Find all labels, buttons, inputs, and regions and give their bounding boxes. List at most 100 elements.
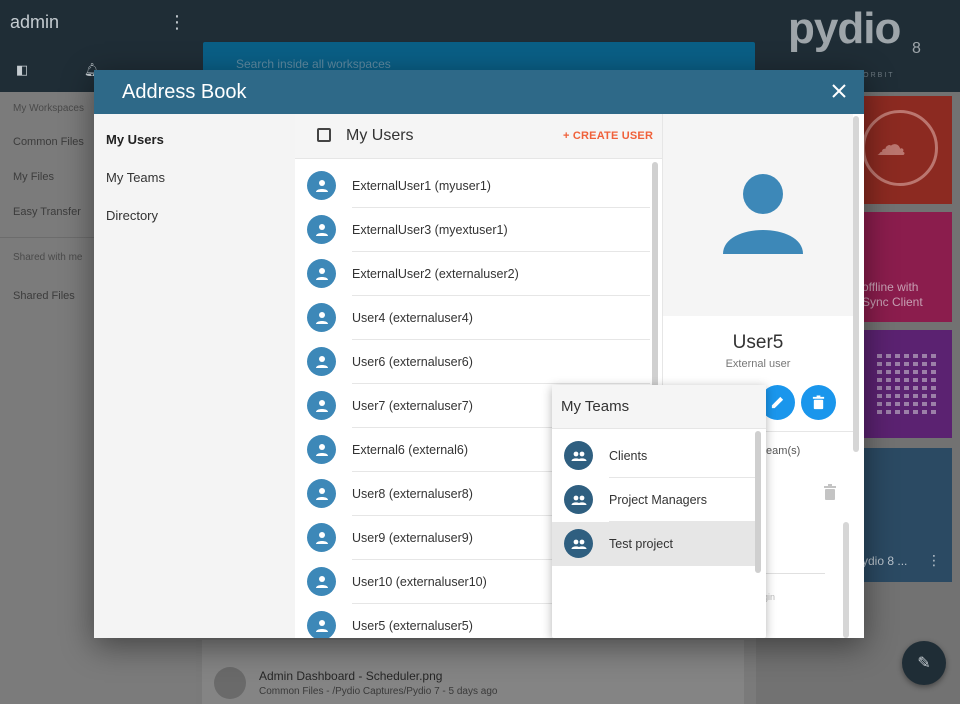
teams-popover-scrollbar[interactable] <box>755 431 761 573</box>
bg-logo-version: 8 <box>912 40 921 57</box>
dialog-title: Address Book <box>122 81 247 103</box>
user-icon <box>315 179 328 192</box>
user-avatar <box>307 479 336 508</box>
team-label: Test project <box>609 537 673 551</box>
user-row[interactable]: ExternalUser3 (myextuser1) <box>295 208 650 252</box>
cloud-upload-icon: ☁ <box>876 129 906 162</box>
detail-avatar-area <box>663 114 853 316</box>
users-list-header: My Users + CREATE USER <box>295 114 662 159</box>
nav-directory[interactable]: Directory <box>106 208 158 223</box>
address-book-dialog: Address Book My Users My Teams Directory… <box>94 70 864 638</box>
team-label: Clients <box>609 449 648 463</box>
user-label: User7 (externaluser7) <box>352 399 473 413</box>
user-label: External6 (external6) <box>352 443 469 457</box>
user-icon <box>315 575 328 588</box>
team-row-project-managers[interactable]: Project Managers <box>552 478 755 522</box>
remove-team-icon[interactable] <box>823 484 837 500</box>
team-row-clients[interactable]: Clients <box>552 434 755 478</box>
user-avatar <box>307 611 336 638</box>
user-avatar <box>307 435 336 464</box>
select-all-checkbox[interactable] <box>317 128 331 142</box>
user-icon <box>315 619 328 632</box>
bg-nav-shared-files[interactable]: Shared Files <box>13 290 75 302</box>
user-avatar <box>307 259 336 288</box>
bg-user-title: admin <box>10 12 60 32</box>
user-label: User9 (externaluser9) <box>352 531 473 545</box>
detail-input-line <box>763 573 825 574</box>
close-icon <box>832 84 846 98</box>
user-icon <box>315 311 328 324</box>
user-icon <box>315 531 328 544</box>
user-avatar <box>307 171 336 200</box>
bg-search-placeholder: Search inside all workspaces <box>236 57 391 71</box>
user-row[interactable]: ExternalUser2 (externaluser2) <box>295 252 650 296</box>
user-label: ExternalUser3 (myextuser1) <box>352 223 508 237</box>
bg-file-icon <box>214 667 246 699</box>
delete-user-button[interactable] <box>801 385 836 420</box>
team-avatar <box>564 485 593 514</box>
user-avatar <box>307 215 336 244</box>
address-book-nav: My Users My Teams Directory <box>94 114 295 638</box>
bg-doc-more-icon[interactable]: ⋮ <box>927 552 941 569</box>
user-label: User4 (externaluser4) <box>352 311 473 325</box>
users-list-title: My Users <box>346 127 414 144</box>
bg-sync-text-line2: Sync Client <box>862 295 923 309</box>
user-row[interactable]: User4 (externaluser4) <box>295 296 650 340</box>
team-avatar <box>564 441 593 470</box>
user-label: User5 (externaluser5) <box>352 619 473 633</box>
user-label: User10 (externaluser10) <box>352 575 487 589</box>
user-icon <box>315 267 328 280</box>
bg-fab-edit-button[interactable]: ✎ <box>902 641 946 685</box>
teams-popover-header: My Teams <box>552 385 766 429</box>
bg-section-workspaces: My Workspaces <box>13 103 84 114</box>
bg-sync-text: offline with Sync Client <box>862 280 923 310</box>
user-label: ExternalUser2 (externaluser2) <box>352 267 519 281</box>
bg-more-icon[interactable]: ⋮ <box>168 12 186 33</box>
user-avatar <box>307 347 336 376</box>
bg-sync-text-line1: offline with <box>862 280 919 294</box>
nav-my-users[interactable]: My Users <box>106 132 164 147</box>
team-row-test-project[interactable]: Test project <box>552 522 755 566</box>
user-avatar <box>307 391 336 420</box>
bg-section-shared: Shared with me <box>13 252 83 263</box>
detail-user-name: User5 <box>732 332 784 353</box>
user-avatar <box>307 523 336 552</box>
dialog-header: Address Book <box>94 70 864 114</box>
user-icon <box>315 399 328 412</box>
user-icon <box>315 443 328 456</box>
bg-nav-my-files[interactable]: My Files <box>13 171 54 183</box>
bg-nav-easy-transfer[interactable]: Easy Transfer <box>13 206 81 218</box>
detail-scrollbar[interactable] <box>853 116 859 452</box>
detail-inner-scrollbar[interactable] <box>843 522 849 638</box>
bg-file-path: Common Files - /Pydio Captures/Pydio 7 -… <box>259 686 498 697</box>
bg-file-name[interactable]: Admin Dashboard - Scheduler.png <box>259 669 442 683</box>
nav-my-teams[interactable]: My Teams <box>106 170 165 185</box>
qr-code-overlay <box>877 352 939 414</box>
user-icon <box>315 223 328 236</box>
create-user-button[interactable]: + CREATE USER <box>563 130 653 142</box>
team-icon <box>571 495 586 505</box>
trash-icon <box>812 395 825 410</box>
user-avatar <box>307 303 336 332</box>
close-button[interactable] <box>826 78 852 104</box>
team-label: Project Managers <box>609 493 707 507</box>
bg-nav-common-files[interactable]: Common Files <box>13 136 84 148</box>
user-label: User6 (externaluser6) <box>352 355 473 369</box>
detail-user-type: External user <box>725 358 791 370</box>
teams-popover: My Teams Clients Project Managers Test p… <box>552 385 766 638</box>
detail-teams-label: team(s) <box>763 445 801 457</box>
pencil-icon <box>771 396 784 409</box>
bg-logo: pydio <box>788 4 901 53</box>
user-icon <box>315 355 328 368</box>
large-user-icon <box>723 174 803 254</box>
team-avatar <box>564 529 593 558</box>
user-avatar <box>307 567 336 596</box>
user-row[interactable]: User6 (externaluser6) <box>295 340 650 384</box>
bg-doc-text: ydio 8 ... <box>862 554 908 568</box>
teams-popover-title: My Teams <box>561 398 630 415</box>
user-label: User8 (externaluser8) <box>352 487 473 501</box>
team-icon <box>571 539 586 549</box>
user-label: ExternalUser1 (myuser1) <box>352 179 491 193</box>
user-row[interactable]: ExternalUser1 (myuser1) <box>295 164 650 208</box>
user-icon <box>315 487 328 500</box>
